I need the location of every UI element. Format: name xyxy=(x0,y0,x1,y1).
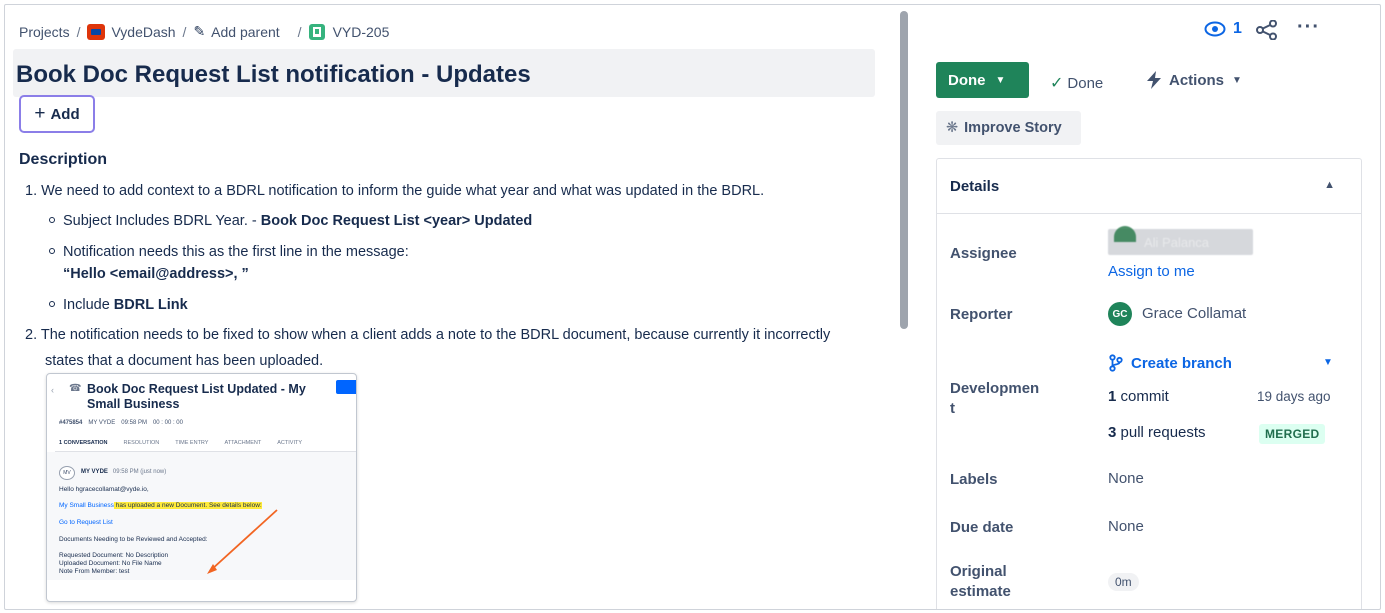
sparkle-icon: ❋ xyxy=(946,120,959,136)
description-item-2: 2. The notification needs to be fixed to… xyxy=(25,327,831,343)
add-button[interactable]: + Add xyxy=(19,95,95,133)
project-avatar-icon xyxy=(87,23,106,40)
subitem-text: Subject Includes BDRL Year. - xyxy=(63,213,261,229)
chevron-down-icon: ▼ xyxy=(1232,74,1242,86)
resolution-status: ✓ Done xyxy=(1050,73,1103,93)
breadcrumb-separator: / xyxy=(76,23,81,40)
chevron-down-icon[interactable]: ▼ xyxy=(1323,357,1333,368)
issue-main-pane: Projects / VydeDash / ✎ Add parent / VYD… xyxy=(5,5,900,609)
improve-story-button[interactable]: ❋ Improve Story xyxy=(936,111,1081,145)
commit-link[interactable]: 1 commit xyxy=(1108,388,1169,405)
chevron-up-icon: ▲ xyxy=(1324,179,1335,191)
chevron-down-icon: ▼ xyxy=(995,74,1006,86)
reporter-name[interactable]: Grace Collamat xyxy=(1142,305,1246,322)
original-estimate-label: Original estimate xyxy=(950,562,1011,602)
details-header[interactable]: Details ▲ xyxy=(937,159,1361,214)
bullet-icon xyxy=(49,301,55,307)
actions-label: Actions xyxy=(1169,71,1225,89)
breadcrumb-separator: / xyxy=(182,23,187,40)
breadcrumb-separator: / xyxy=(297,23,302,40)
description-item-2-cont: states that a document has been uploaded… xyxy=(45,353,324,369)
watch-button[interactable]: 1 xyxy=(1204,20,1242,38)
lightning-icon xyxy=(1147,71,1161,89)
labels-value[interactable]: None xyxy=(1108,470,1144,487)
issue-sidebar: 1 ··· Done ▼ ✓ Done Actions ▼ ❋ Improve … xyxy=(910,5,1380,609)
eye-icon xyxy=(1204,21,1226,37)
estimate-label-line: estimate xyxy=(950,583,1011,600)
issue-view: Projects / VydeDash / ✎ Add parent / VYD… xyxy=(4,4,1381,610)
plus-icon: + xyxy=(34,103,46,124)
watch-count: 1 xyxy=(1233,20,1242,37)
merged-badge: MERGED xyxy=(1259,424,1326,444)
original-estimate-value[interactable]: 0m xyxy=(1108,573,1139,591)
reporter-avatar: GC xyxy=(1108,302,1132,326)
breadcrumb-project[interactable]: VydeDash xyxy=(111,24,175,40)
development-label: Developmen t xyxy=(950,379,1039,419)
add-parent-link[interactable]: Add parent xyxy=(211,24,280,40)
resolution-label: Done xyxy=(1067,74,1104,92)
attached-screenshot[interactable]: ‹ ☎ Book Doc Request List Updated - My S… xyxy=(46,373,357,602)
details-panel: Details ▲ Assignee Ali Palanca Assign to… xyxy=(936,158,1362,609)
assignee-label: Assignee xyxy=(950,245,1017,262)
more-actions-icon[interactable]: ··· xyxy=(1297,17,1320,37)
share-icon[interactable] xyxy=(1256,20,1278,40)
create-branch-label: Create branch xyxy=(1131,354,1232,372)
description-item-1: 1. We need to add context to a BDRL noti… xyxy=(25,183,765,199)
bullet-icon xyxy=(49,217,55,223)
development-label-line: Developmen xyxy=(950,380,1040,397)
assign-to-me-link[interactable]: Assign to me xyxy=(1108,263,1195,280)
breadcrumb: Projects / VydeDash / ✎ Add parent / VYD… xyxy=(19,23,389,40)
subitem-text: Include xyxy=(63,297,114,313)
breadcrumb-issue-key[interactable]: VYD-205 xyxy=(333,24,390,40)
development-label-line: t xyxy=(950,400,955,417)
due-date-label: Due date xyxy=(950,519,1014,536)
description-subitem: Notification needs this as the first lin… xyxy=(49,244,409,260)
breadcrumb-projects[interactable]: Projects xyxy=(19,24,70,40)
assignee-value[interactable]: Ali Palanca xyxy=(1108,226,1253,255)
story-type-icon xyxy=(308,23,325,40)
bullet-icon xyxy=(49,248,55,254)
vertical-scrollbar[interactable] xyxy=(900,11,908,329)
status-button-label: Done xyxy=(948,71,986,89)
estimate-label-line: Original xyxy=(950,563,1007,580)
pull-requests-link[interactable]: 3 pull requests xyxy=(1108,424,1206,441)
status-button[interactable]: Done ▼ xyxy=(936,62,1029,98)
add-button-label: Add xyxy=(50,105,80,123)
actions-button[interactable]: Actions ▼ xyxy=(1147,71,1242,89)
description-subitem: Subject Includes BDRL Year. - Book Doc R… xyxy=(49,213,532,229)
labels-label: Labels xyxy=(950,471,998,488)
subitem-bold: BDRL Link xyxy=(113,297,188,313)
reporter-label: Reporter xyxy=(950,306,1013,323)
description-heading: Description xyxy=(19,151,108,168)
branch-icon xyxy=(1109,354,1123,372)
pencil-icon: ✎ xyxy=(193,23,206,39)
check-icon: ✓ xyxy=(1050,75,1064,92)
details-heading: Details xyxy=(950,177,1000,195)
description-quote: “Hello <email@address>, ” xyxy=(63,266,249,282)
description-subitem: Include BDRL Link xyxy=(49,297,188,313)
improve-story-label: Improve Story xyxy=(964,120,1062,136)
create-branch-button[interactable]: Create branch xyxy=(1109,354,1232,372)
commit-time: 19 days ago xyxy=(1257,389,1331,404)
issue-title[interactable]: Book Doc Request List notification - Upd… xyxy=(16,61,531,89)
subitem-bold: Book Doc Request List <year> Updated xyxy=(260,213,533,229)
pr-label: pull requests xyxy=(1116,424,1206,441)
due-date-value[interactable]: None xyxy=(1108,518,1144,535)
subitem-text: Notification needs this as the first lin… xyxy=(63,244,409,260)
annotation-arrow-icon xyxy=(207,509,278,574)
commit-label: commit xyxy=(1116,388,1169,405)
